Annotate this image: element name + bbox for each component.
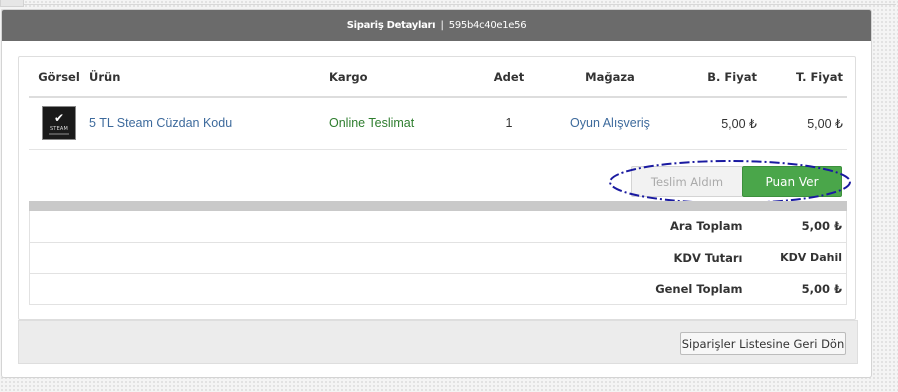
top-tab	[0, 0, 24, 7]
order-detail-panel: Sipariş Detayları | 595b4c40e1e56 Görsel…	[1, 9, 872, 378]
grand-total-value: 5,00 ₺	[750, 273, 847, 305]
order-items-table: Görsel Ürün Kargo Adet Mağaza B. Fiyat T…	[29, 57, 847, 150]
store-cell: Oyun Alışveriş	[549, 97, 671, 150]
cargo-cell: Online Teslimat	[329, 97, 469, 150]
total-price-cell: 5,00 ₺	[761, 97, 847, 150]
product-cell: 5 TL Steam Cüzdan Kodu	[89, 97, 329, 150]
steam-check-icon: ✔	[53, 111, 65, 126]
table-header-row: Görsel Ürün Kargo Adet Mağaza B. Fiyat T…	[29, 57, 847, 98]
rate-button[interactable]: Puan Ver	[742, 166, 842, 197]
col-unit-price: B. Fiyat	[671, 57, 761, 98]
subtotal-label: Ara Toplam	[640, 211, 751, 243]
steam-wallet-thumbnail[interactable]: ✔ STEAM	[42, 106, 76, 141]
cargo-text: Online Teslimat	[329, 116, 415, 131]
table-row: ✔ STEAM 5 TL Steam Cüzdan Kodu Online Te…	[29, 97, 847, 150]
col-quantity: Adet	[469, 57, 549, 98]
order-id: 595b4c40e1e56	[448, 20, 527, 31]
col-image: Görsel	[29, 57, 89, 98]
panel-title: Sipariş Detayları	[346, 20, 436, 31]
top-rule	[24, 4, 896, 5]
subtotal-row: Ara Toplam 5,00 ₺	[29, 211, 847, 243]
back-to-orders-button[interactable]: Siparişler Listesine Geri Dön	[680, 332, 846, 355]
unit-price-cell: 5,00 ₺	[671, 97, 761, 150]
subtotal-value: 5,00 ₺	[750, 211, 847, 243]
order-content: Görsel Ürün Kargo Adet Mağaza B. Fiyat T…	[18, 56, 856, 320]
totals-divider	[29, 201, 847, 211]
thumbnail-bar	[49, 133, 69, 136]
col-store: Mağaza	[549, 57, 671, 98]
order-actions: Teslim Aldım Puan Ver	[29, 161, 847, 201]
col-product: Ürün	[89, 57, 329, 98]
panel-footer: Siparişler Listesine Geri Dön	[18, 320, 858, 364]
header-separator: |	[440, 20, 444, 31]
totals-spacer	[29, 273, 641, 305]
totals-spacer	[29, 242, 641, 274]
thumbnail-brand: STEAM	[49, 126, 69, 133]
grand-total-row: Genel Toplam 5,00 ₺	[29, 273, 847, 305]
vat-value: KDV Dahil	[750, 242, 847, 274]
product-link[interactable]: 5 TL Steam Cüzdan Kodu	[89, 116, 232, 130]
vat-label: KDV Tutarı	[640, 242, 751, 274]
totals-spacer	[29, 211, 641, 243]
vat-row: KDV Tutarı KDV Dahil	[29, 242, 847, 274]
quantity-cell: 1	[469, 97, 549, 150]
totals-table: Ara Toplam 5,00 ₺ KDV Tutarı KDV Dahil G…	[29, 211, 847, 305]
col-cargo: Kargo	[329, 57, 469, 98]
grand-total-label: Genel Toplam	[640, 273, 751, 305]
store-link[interactable]: Oyun Alışveriş	[570, 116, 650, 130]
product-image-cell: ✔ STEAM	[29, 97, 89, 150]
received-button[interactable]: Teslim Aldım	[631, 166, 743, 197]
panel-header: Sipariş Detayları | 595b4c40e1e56	[2, 10, 871, 41]
col-total-price: T. Fiyat	[761, 57, 847, 98]
